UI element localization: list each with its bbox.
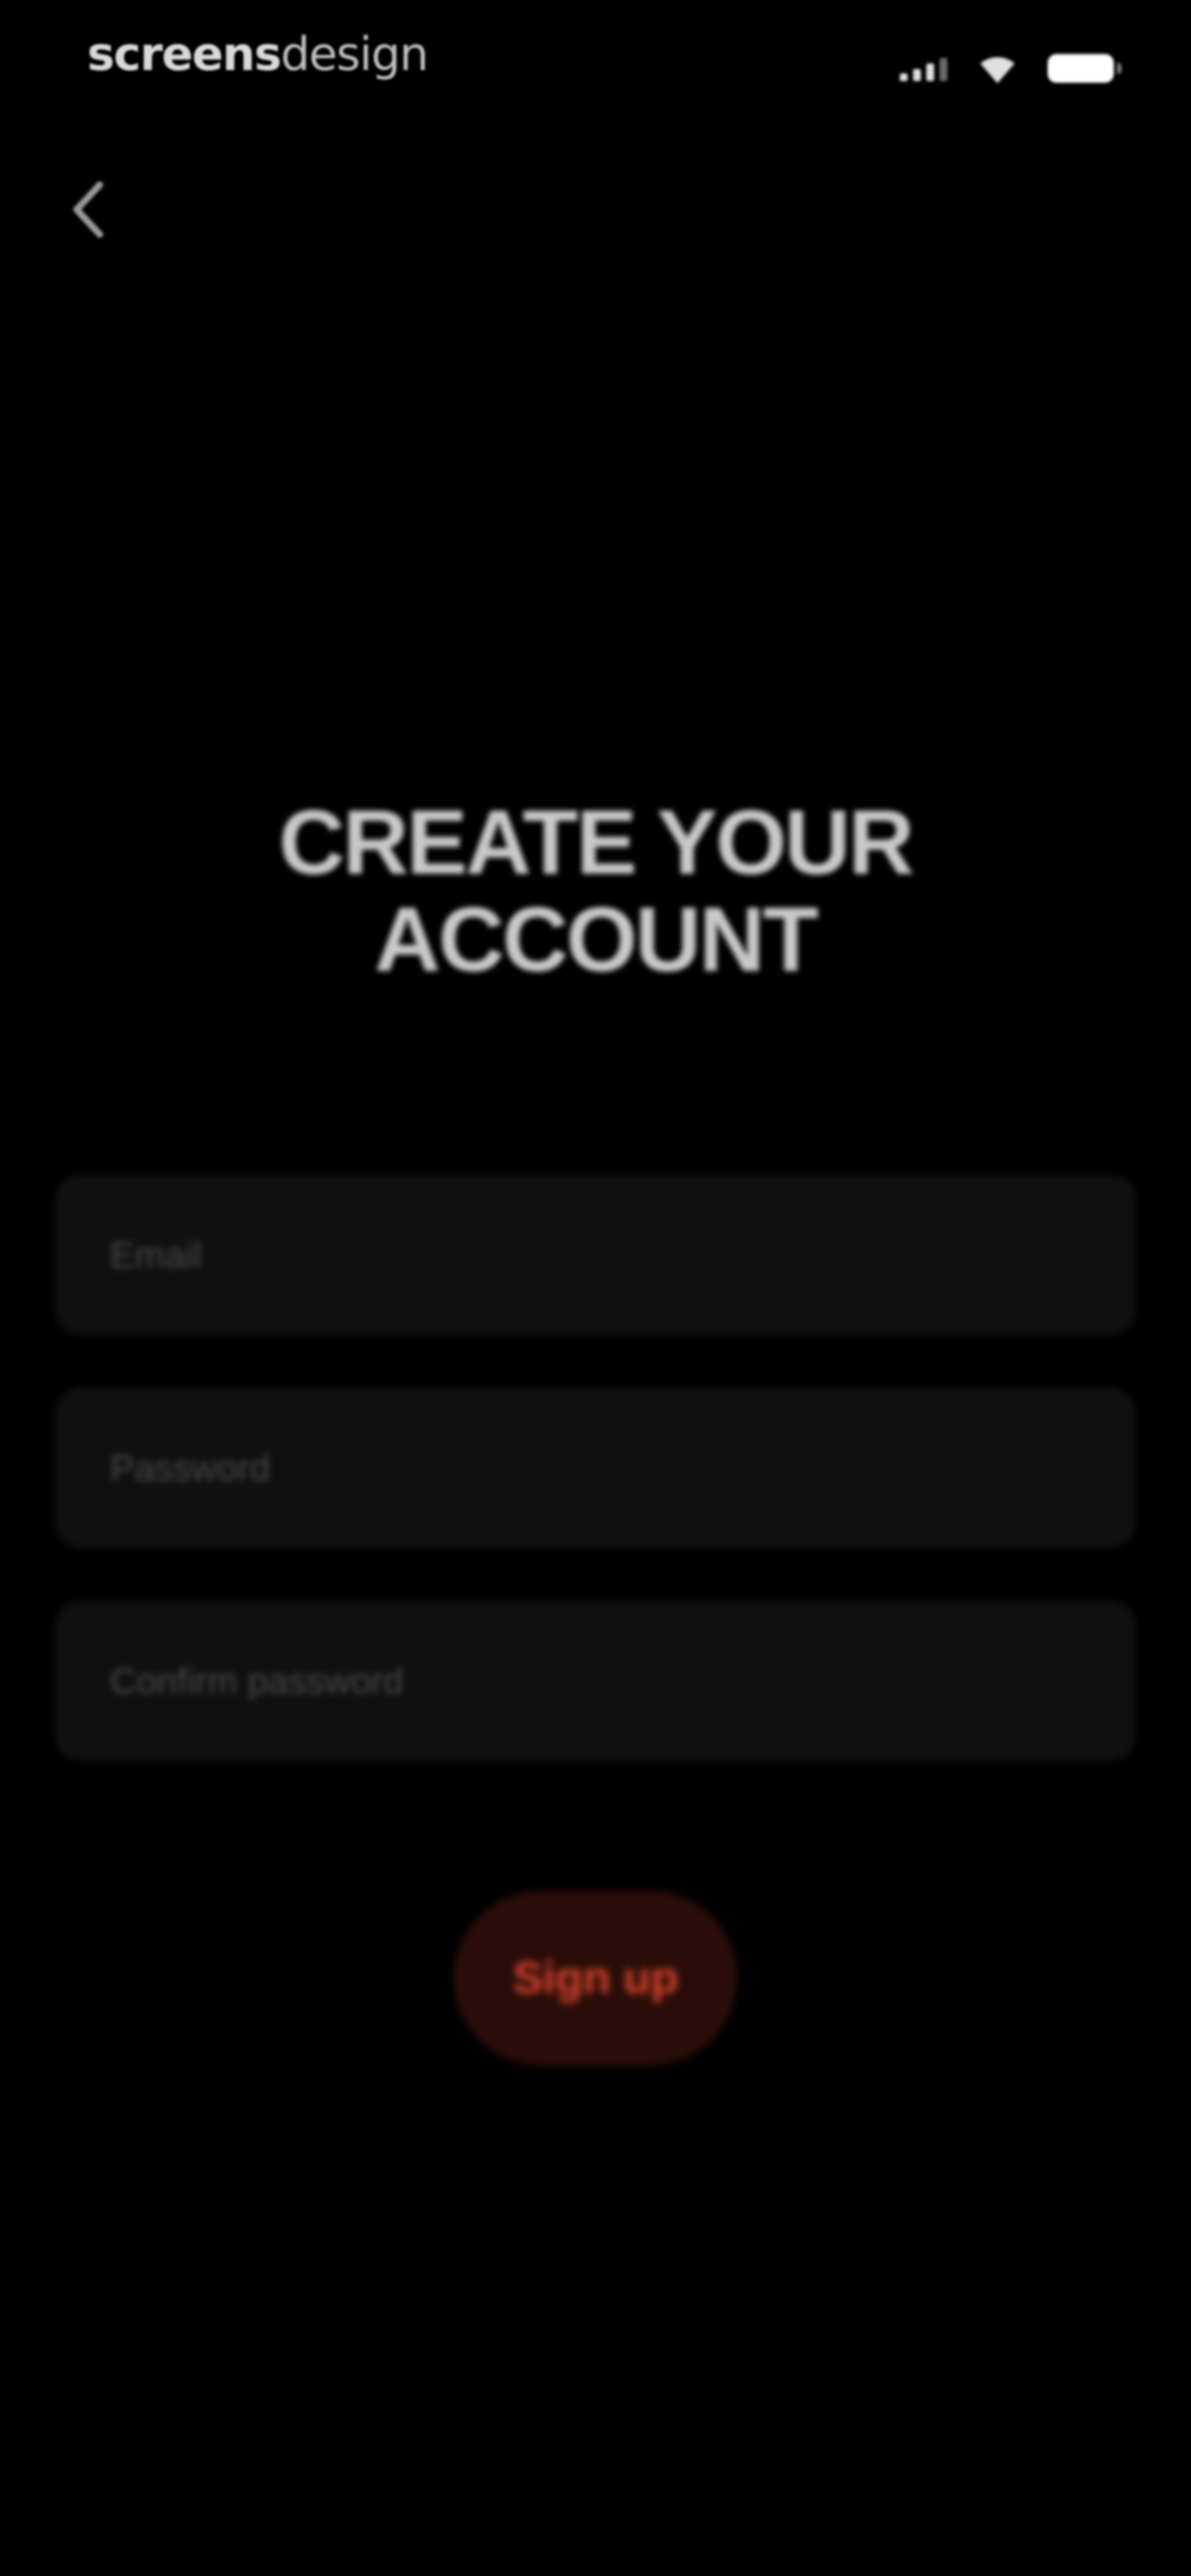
page-title-line-2: ACCOUNT bbox=[374, 889, 819, 991]
confirm-password-field[interactable] bbox=[55, 1601, 1136, 1761]
page-title: CREATE YOUR ACCOUNT bbox=[0, 794, 1191, 988]
signup-form bbox=[55, 1175, 1136, 1814]
signal-icon bbox=[900, 56, 947, 81]
wifi-icon bbox=[978, 54, 1017, 83]
email-field[interactable] bbox=[55, 1175, 1136, 1335]
signup-screen: screensdesign CREATE YOUR ACCOUNT Email … bbox=[0, 0, 1191, 2576]
confirm-password-field-container bbox=[55, 1601, 1136, 1761]
battery-icon bbox=[1048, 54, 1122, 83]
brand-logo: screensdesign bbox=[87, 26, 429, 82]
email-field-container bbox=[55, 1175, 1136, 1335]
password-field[interactable] bbox=[55, 1388, 1136, 1548]
back-button[interactable] bbox=[55, 171, 121, 248]
password-field-container bbox=[55, 1388, 1136, 1548]
signup-button[interactable]: Sign up bbox=[454, 1891, 737, 2065]
brand-logo-light: design bbox=[280, 27, 429, 81]
chevron-left-icon bbox=[73, 181, 103, 238]
status-icons bbox=[900, 46, 1122, 90]
status-bar: screensdesign bbox=[0, 0, 1191, 116]
page-title-line-1: CREATE YOUR bbox=[278, 792, 915, 894]
brand-logo-bold: screens bbox=[87, 27, 282, 81]
